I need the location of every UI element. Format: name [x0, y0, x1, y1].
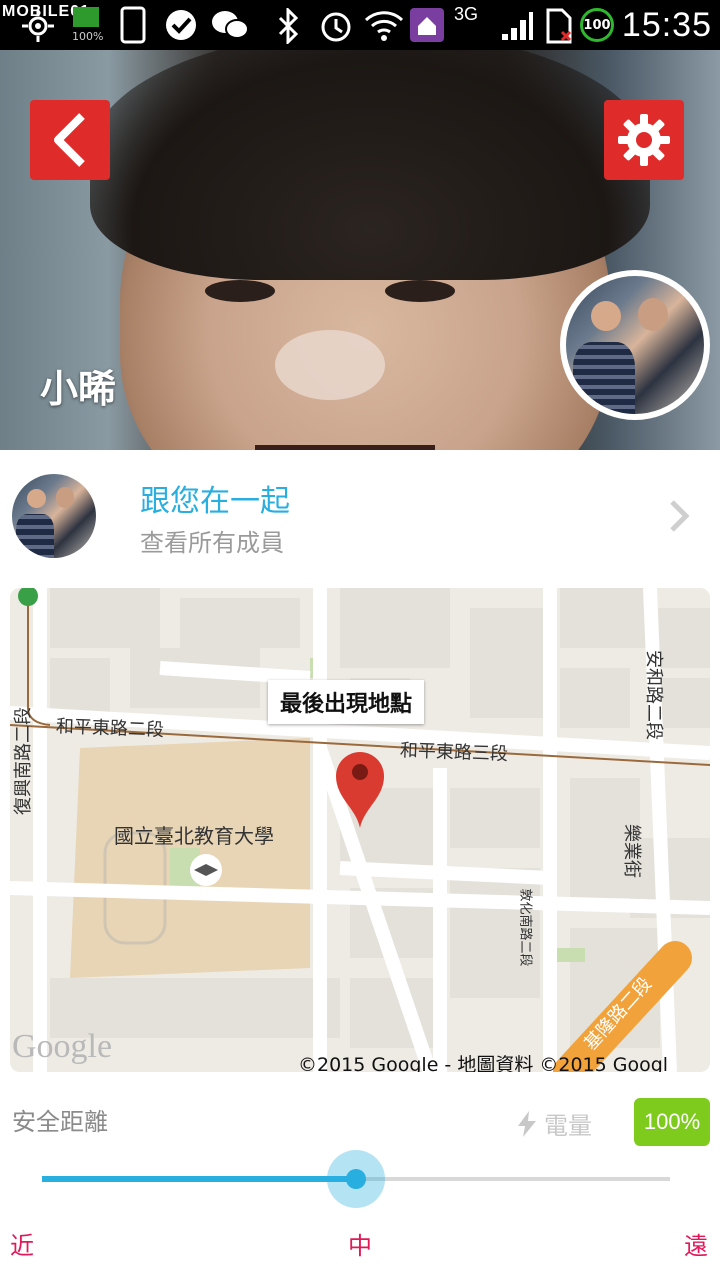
- chevron-right-icon[interactable]: [660, 496, 700, 536]
- map-label-anhe: 安和路二段: [643, 650, 664, 740]
- battery-badge: 100%: [634, 1098, 710, 1146]
- safe-distance-slider[interactable]: [42, 1150, 670, 1210]
- slider-fill: [42, 1176, 356, 1182]
- slider-label-mid: 中: [348, 1232, 372, 1260]
- location-map[interactable]: 和平東路二段 和平東路三段 復興南路二段 安和路二段 樂業街 敦化南路二段 基隆…: [10, 588, 710, 1072]
- alarm-icon: [321, 12, 351, 42]
- nose-shape: [275, 330, 385, 400]
- safe-distance-label: 安全距離: [12, 1108, 108, 1136]
- slider-label-near: 近: [10, 1232, 34, 1260]
- map-label-leye: 樂業街: [621, 824, 642, 878]
- members-row[interactable]: [0, 452, 720, 580]
- slider-label-far: 遠: [684, 1232, 708, 1260]
- battery-label-group: 電量: [518, 1106, 592, 1141]
- google-logo: Google: [12, 1028, 113, 1065]
- battery-ring-value: 100: [583, 17, 611, 33]
- status-bar: MOBILE01 100% 3G 100 15:35: [0, 0, 720, 50]
- bluetooth-icon: [278, 8, 299, 44]
- network-label: 3G: [454, 3, 479, 24]
- battery-label: 電量: [544, 1112, 592, 1140]
- back-button[interactable]: [30, 100, 110, 180]
- sim-icon: [546, 8, 572, 44]
- chevron-left-icon: [54, 113, 85, 167]
- map-label-heping-3: 和平東路三段: [399, 740, 509, 765]
- gear-icon: [618, 114, 670, 166]
- check-icon: [166, 10, 196, 40]
- phone-icon: [120, 6, 146, 44]
- battery-ring: 100: [580, 8, 614, 42]
- family-avatar-small: [12, 474, 96, 558]
- map-copyright: ©2015 Google - 地圖資料 ©2015 Googl: [298, 1054, 669, 1072]
- clock: 15:35: [621, 5, 712, 44]
- signal-icon: [502, 12, 533, 40]
- map-label-dunhua: 敦化南路二段: [517, 888, 533, 967]
- last-location-callout: 最後出現地點: [268, 680, 425, 724]
- left-eye: [205, 280, 275, 302]
- mouth-shape: [255, 445, 435, 450]
- battery-small-label: 100%: [72, 29, 104, 43]
- wechat-icon: [212, 11, 249, 39]
- settings-button[interactable]: [604, 100, 684, 180]
- wifi-icon: [364, 11, 404, 41]
- members-subtitle: 查看所有成員: [140, 529, 284, 557]
- right-eye: [385, 280, 455, 302]
- lightning-icon: [518, 1110, 536, 1137]
- family-avatar-large[interactable]: [560, 270, 710, 420]
- battery-small-icon: [73, 7, 99, 27]
- map-label-university: 國立臺北教育大學: [114, 824, 274, 848]
- hair-shape: [90, 50, 650, 280]
- slider-thumb[interactable]: [346, 1169, 366, 1189]
- child-name: 小晞: [40, 367, 117, 411]
- map-label-fuxing: 復興南路二段: [13, 707, 34, 815]
- gps-icon: [22, 10, 54, 42]
- members-title: 跟您在一起: [140, 484, 290, 519]
- home-app-icon: [410, 8, 444, 42]
- map-label-heping-2: 和平東路二段: [55, 716, 165, 741]
